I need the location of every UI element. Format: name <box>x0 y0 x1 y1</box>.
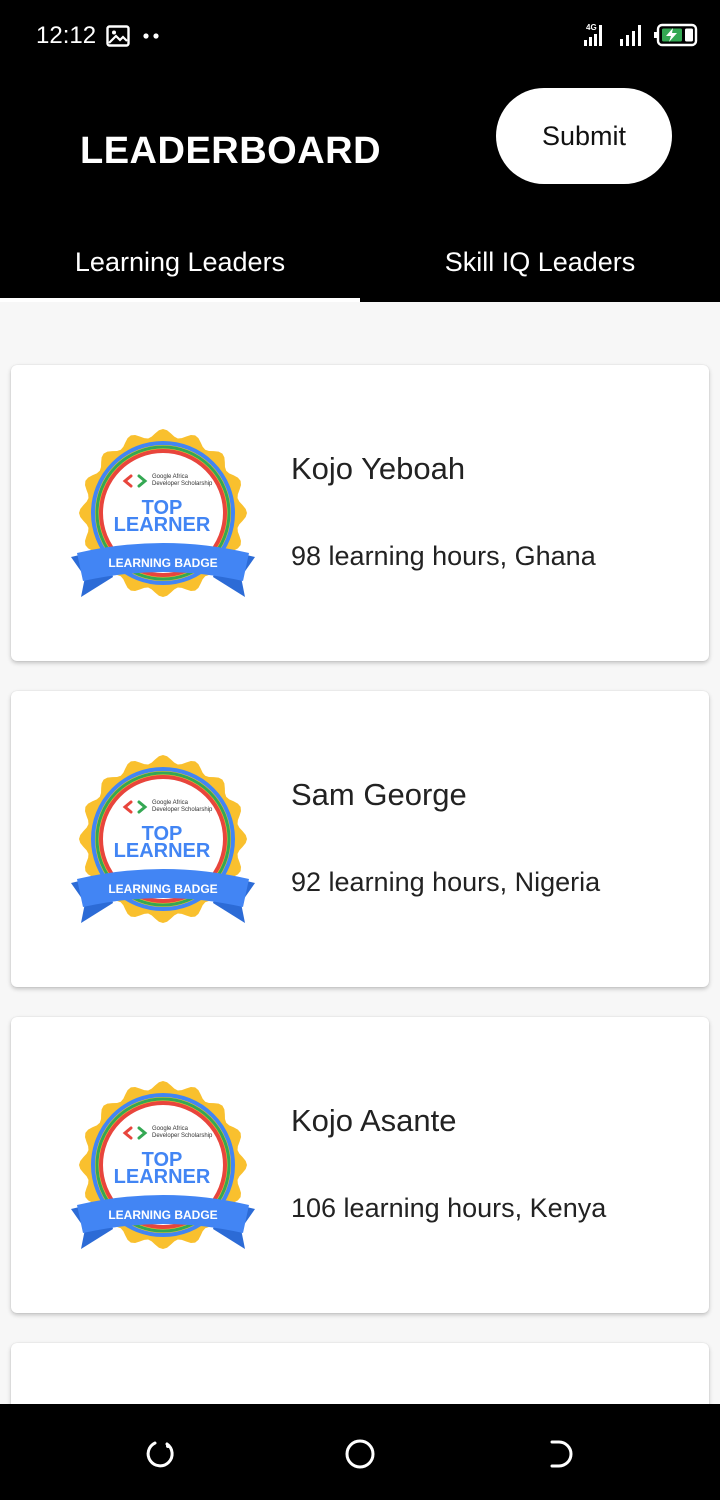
badge-title-line2: LEARNER <box>114 1166 211 1188</box>
leader-detail: 98 learning hours, Ghana <box>291 541 596 571</box>
leader-card[interactable]: Google Africa Developer Scholarship TOP … <box>11 365 709 661</box>
tab-bar: Learning Leaders Skill IQ Leaders <box>0 222 720 302</box>
badge-title-line2: LEARNER <box>114 840 211 862</box>
badge-brand-line1: Google Africa <box>152 800 189 806</box>
status-left-icons <box>106 24 160 48</box>
badge-brand-line2: Developer Scholarship <box>152 481 213 487</box>
top-learner-badge-icon: Google Africa Developer Scholarship TOP … <box>71 429 255 597</box>
leader-detail: 92 learning hours, Nigeria <box>291 867 601 897</box>
submit-button[interactable]: Submit <box>496 88 672 184</box>
leader-name: Kojo Asante <box>291 1103 457 1138</box>
badge-ribbon-label: LEARNING BADGE <box>108 882 217 896</box>
leader-detail: 106 learning hours, Kenya <box>291 1193 607 1223</box>
app-bar: LEADERBOARD Submit <box>0 72 720 222</box>
leader-name: Kojo Yeboah <box>291 451 466 486</box>
status-right-icons: 4G <box>582 22 698 48</box>
tab-skill-iq-leaders[interactable]: Skill IQ Leaders <box>360 222 720 302</box>
system-nav-bar <box>0 1404 720 1500</box>
badge-brand-line1: Google Africa <box>152 474 189 480</box>
top-learner-badge-icon: Google Africa Developer Scholarship TOP … <box>71 755 255 923</box>
network-type-label: 4G <box>586 23 597 32</box>
badge-brand-line1: Google Africa <box>152 1126 189 1132</box>
page-title: LEADERBOARD <box>80 130 382 172</box>
badge-brand-line2: Developer Scholarship <box>152 1133 213 1139</box>
leader-card[interactable]: Google Africa Developer Scholarship TOP … <box>11 1017 709 1313</box>
badge-ribbon-label: LEARNING BADGE <box>108 556 217 570</box>
home-icon[interactable] <box>340 1434 380 1474</box>
leader-name: Sam George <box>291 777 467 812</box>
badge-title-line2: LEARNER <box>114 514 211 536</box>
image-icon <box>106 25 130 47</box>
signal-4g-icon: 4G <box>584 23 602 46</box>
status-time: 12:12 <box>36 22 97 49</box>
status-bar: 12:12 4G <box>0 0 720 72</box>
tab-indicator <box>0 298 360 302</box>
battery-charging-icon <box>654 23 698 47</box>
back-icon[interactable] <box>540 1434 580 1474</box>
recents-icon[interactable] <box>140 1434 180 1474</box>
badge-ribbon-label: LEARNING BADGE <box>108 1208 217 1222</box>
top-learner-badge-icon: Google Africa Developer Scholarship TOP … <box>71 1081 255 1249</box>
leader-card[interactable]: Google Africa Developer Scholarship TOP … <box>11 691 709 987</box>
more-dots-icon <box>143 33 159 39</box>
signal-icon <box>620 25 641 46</box>
badge-brand-line2: Developer Scholarship <box>152 807 213 813</box>
tab-learning-leaders[interactable]: Learning Leaders <box>0 222 360 302</box>
